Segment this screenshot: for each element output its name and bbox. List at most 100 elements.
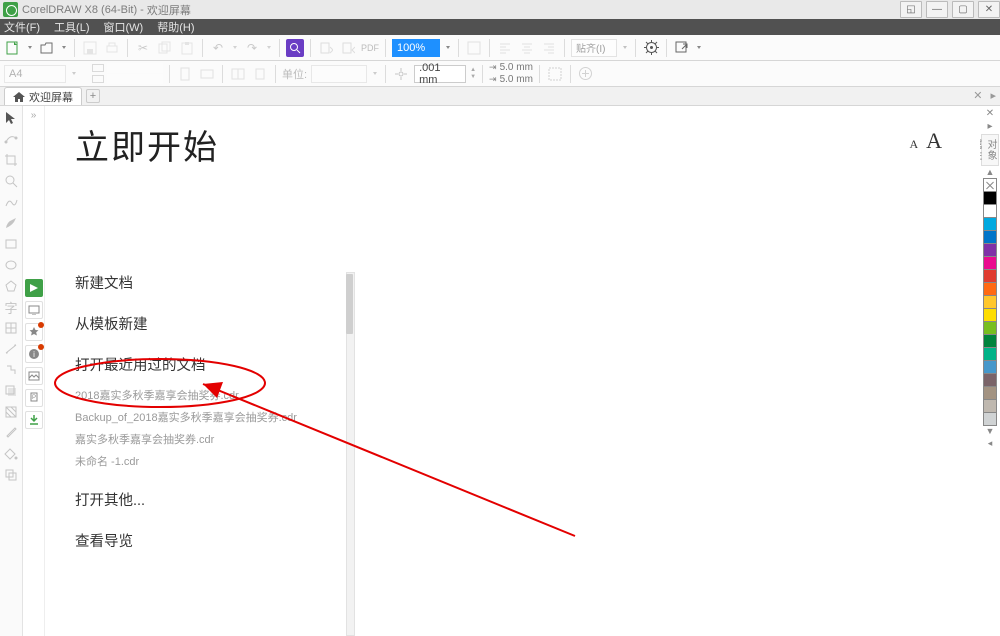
swatch-15[interactable] xyxy=(983,386,997,400)
menu-help[interactable]: 帮助(H) xyxy=(157,19,194,35)
redo-dropdown[interactable] xyxy=(265,46,273,49)
swatch-9[interactable] xyxy=(983,308,997,322)
link-open-other[interactable]: 打开其他... xyxy=(75,489,343,510)
import-button[interactable] xyxy=(317,39,335,57)
tool-zoom[interactable] xyxy=(3,173,19,189)
menu-tools[interactable]: 工具(L) xyxy=(54,19,89,35)
palette-up[interactable]: ▲ xyxy=(986,167,995,177)
fullscreen-button[interactable] xyxy=(465,39,483,57)
align-center-button[interactable] xyxy=(518,39,536,57)
zoom-field[interactable]: 100% xyxy=(392,39,440,57)
tool-ellipse[interactable] xyxy=(3,257,19,273)
tool-smart-fill[interactable] xyxy=(3,467,19,483)
swatch-4[interactable] xyxy=(983,243,997,257)
align-right-button[interactable] xyxy=(540,39,558,57)
link-new-document[interactable]: 新建文档 xyxy=(75,272,343,293)
link-view-nav[interactable]: 查看导览 xyxy=(75,530,343,551)
tool-freehand[interactable] xyxy=(3,194,19,210)
current-page-button[interactable] xyxy=(251,65,269,83)
paper-size-dropdown[interactable] xyxy=(70,72,78,75)
open-button[interactable] xyxy=(38,39,56,57)
swatch-1[interactable] xyxy=(983,204,997,218)
tool-artistic-media[interactable] xyxy=(3,215,19,231)
swatch-13[interactable] xyxy=(983,360,997,374)
swatch-17[interactable] xyxy=(983,412,997,426)
tool-eyedropper[interactable] xyxy=(3,425,19,441)
palette-menu[interactable]: ◂ xyxy=(988,438,993,449)
tab-close-x[interactable]: ✕ xyxy=(973,89,982,102)
right-expand[interactable]: ▸ xyxy=(987,121,992,132)
window-user-icon[interactable]: ◱ xyxy=(900,1,922,18)
tool-drop-shadow[interactable] xyxy=(3,383,19,399)
page-height-field[interactable] xyxy=(107,74,163,84)
add-tab-button[interactable]: + xyxy=(86,89,100,103)
link-from-template[interactable]: 从模板新建 xyxy=(75,313,343,334)
font-small[interactable]: A xyxy=(909,137,918,152)
tool-shape[interactable] xyxy=(3,131,19,147)
menu-window[interactable]: 窗口(W) xyxy=(104,19,144,35)
units-field[interactable] xyxy=(311,65,367,83)
search-button[interactable] xyxy=(286,39,304,57)
swatch-16[interactable] xyxy=(983,399,997,413)
tool-transparency[interactable] xyxy=(3,404,19,420)
swatch-8[interactable] xyxy=(983,295,997,309)
swatch-11[interactable] xyxy=(983,334,997,348)
tool-polygon[interactable] xyxy=(3,278,19,294)
new-doc-button[interactable] xyxy=(4,39,22,57)
snap-field[interactable]: 贴齐(I) xyxy=(571,39,617,57)
palette-down[interactable]: ▼ xyxy=(986,426,995,436)
swatch-none[interactable] xyxy=(983,178,997,192)
tool-table[interactable] xyxy=(3,320,19,336)
welcome-tab-workspace[interactable] xyxy=(25,301,43,319)
tool-text[interactable]: 字 xyxy=(3,299,19,315)
recent-file-1[interactable]: Backup_of_2018嘉实多秋季嘉享会抽奖券.cdr xyxy=(75,409,343,425)
right-close[interactable]: ✕ xyxy=(986,108,994,119)
dup-y-field[interactable]: 5.0 mm xyxy=(500,74,533,85)
dup-x-field[interactable]: 5.0 mm xyxy=(500,62,533,73)
landscape-button[interactable] xyxy=(198,65,216,83)
paper-size-field[interactable]: A4 xyxy=(4,65,66,83)
swatch-0[interactable] xyxy=(983,191,997,205)
scrollbar-track[interactable] xyxy=(346,272,355,636)
nudge-field[interactable]: .001 mm xyxy=(414,65,466,83)
page-width-field[interactable] xyxy=(107,63,163,73)
swatch-5[interactable] xyxy=(983,256,997,270)
swatch-12[interactable] xyxy=(983,347,997,361)
window-close[interactable]: ✕ xyxy=(978,1,1000,18)
tab-close-arrow[interactable]: ▸ xyxy=(990,89,996,102)
tool-dimension[interactable] xyxy=(3,341,19,357)
tab-welcome[interactable]: 欢迎屏幕 xyxy=(4,87,82,105)
publish-pdf-button[interactable]: PDF xyxy=(361,39,379,57)
right-docker-tab[interactable]: 对象属性 xyxy=(981,134,999,166)
font-big[interactable]: A xyxy=(926,128,942,154)
options-button[interactable] xyxy=(642,39,660,57)
export-button[interactable] xyxy=(339,39,357,57)
align-left-button[interactable] xyxy=(496,39,514,57)
swatch-6[interactable] xyxy=(983,269,997,283)
add-preset-button[interactable] xyxy=(577,65,595,83)
swatch-7[interactable] xyxy=(983,282,997,296)
swatch-3[interactable] xyxy=(983,230,997,244)
welcome-tab-updates[interactable]: P xyxy=(25,389,43,407)
open-dropdown[interactable] xyxy=(60,46,68,49)
cut-button[interactable]: ✂ xyxy=(134,39,152,57)
print-button[interactable] xyxy=(103,39,121,57)
welcome-tab-whatsnew[interactable] xyxy=(25,323,43,341)
paste-button[interactable] xyxy=(178,39,196,57)
save-button[interactable] xyxy=(81,39,99,57)
copy-button[interactable] xyxy=(156,39,174,57)
nudge-down[interactable]: ▼ xyxy=(470,74,476,81)
treat-as-filled-button[interactable] xyxy=(546,65,564,83)
units-dropdown[interactable] xyxy=(371,72,379,75)
redo-button[interactable]: ↷ xyxy=(243,39,261,57)
welcome-tab-gallery[interactable] xyxy=(25,367,43,385)
recent-file-3[interactable]: 未命名 -1.cdr xyxy=(75,453,343,469)
window-minimize[interactable]: — xyxy=(926,1,948,18)
portrait-button[interactable] xyxy=(176,65,194,83)
recent-file-2[interactable]: 嘉实多秋季嘉享会抽奖券.cdr xyxy=(75,431,343,447)
swatch-14[interactable] xyxy=(983,373,997,387)
tool-connector[interactable] xyxy=(3,362,19,378)
window-maximize[interactable]: ▢ xyxy=(952,1,974,18)
tool-pick[interactable] xyxy=(3,110,19,126)
menu-file[interactable]: 文件(F) xyxy=(4,19,40,35)
